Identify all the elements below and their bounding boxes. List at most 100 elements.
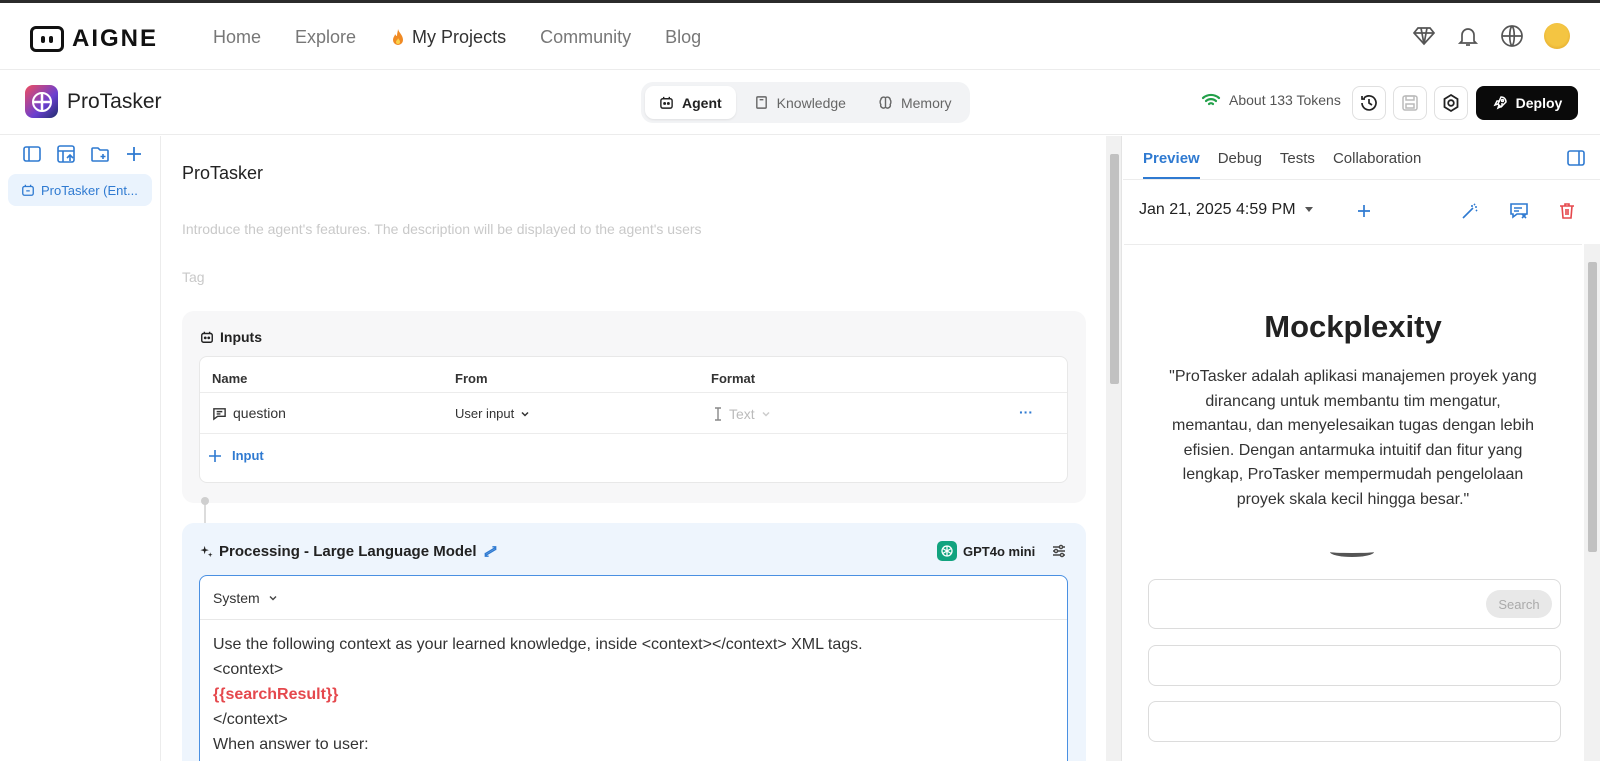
aigne-logo[interactable]: AIGNE xyxy=(30,25,158,53)
search-button[interactable]: Search xyxy=(1486,590,1552,618)
description-input[interactable]: Introduce the agent's features. The desc… xyxy=(182,221,702,237)
swap-icon[interactable] xyxy=(483,544,498,559)
input-name: question xyxy=(233,405,286,421)
loading-indicator xyxy=(1330,547,1374,557)
prompt-text[interactable]: Use the following context as your learne… xyxy=(200,620,1067,761)
plus-icon xyxy=(209,449,221,462)
tab-knowledge[interactable]: Knowledge xyxy=(740,86,860,119)
processing-card: Processing - Large Language Model GPT4o … xyxy=(182,523,1086,761)
new-session-icon[interactable] xyxy=(1354,201,1374,221)
logo-text: AIGNE xyxy=(72,25,159,52)
sliders-icon[interactable] xyxy=(1051,543,1067,559)
nav-my-projects-label: My Projects xyxy=(412,27,507,47)
tab-memory[interactable]: Memory xyxy=(864,86,966,119)
session-date: Jan 21, 2025 4:59 PM xyxy=(1139,201,1296,218)
fire-icon xyxy=(393,29,404,45)
prompt-line: Use the following context as your learne… xyxy=(213,636,863,653)
nav-community[interactable]: Community xyxy=(540,27,631,48)
openai-icon xyxy=(937,541,957,561)
tab-debug[interactable]: Debug xyxy=(1218,150,1262,179)
save-button[interactable] xyxy=(1393,86,1427,120)
nav-blog[interactable]: Blog xyxy=(665,27,701,48)
preview-scrollbar[interactable] xyxy=(1584,244,1600,761)
brain-icon xyxy=(879,96,892,109)
more-icon: ··· xyxy=(1019,404,1033,420)
scrollbar-thumb[interactable] xyxy=(1110,154,1119,384)
row-more-button[interactable]: ··· xyxy=(1019,404,1033,420)
role-select[interactable]: System xyxy=(200,576,1067,620)
chevron-down-icon xyxy=(521,411,529,417)
magic-wand-icon[interactable] xyxy=(1460,201,1480,221)
agent-editor: ProTasker Introduce the agent's features… xyxy=(161,136,1106,761)
main-nav: Home Explore My Projects Community Blog xyxy=(213,27,701,48)
tag-input[interactable]: Tag xyxy=(182,269,205,285)
trash-icon[interactable] xyxy=(1557,201,1577,221)
session-select[interactable]: Jan 21, 2025 4:59 PM xyxy=(1139,201,1314,219)
tab-tests[interactable]: Tests xyxy=(1280,150,1315,179)
tab-collaboration[interactable]: Collaboration xyxy=(1333,150,1421,179)
deploy-button[interactable]: Deploy xyxy=(1476,86,1578,120)
prompt-line: <context> xyxy=(213,661,284,678)
history-icon xyxy=(1361,95,1377,111)
nav-home[interactable]: Home xyxy=(213,27,261,48)
preview-field[interactable] xyxy=(1148,645,1561,686)
avatar[interactable] xyxy=(1544,23,1570,49)
add-input-button[interactable]: Input xyxy=(208,448,264,463)
tab-preview[interactable]: Preview xyxy=(1143,150,1200,179)
prompt-line: When answer to user: xyxy=(213,736,369,753)
divider xyxy=(1123,179,1600,180)
column-header-format: Format xyxy=(711,371,756,386)
app-logo-icon xyxy=(25,85,58,118)
deploy-label: Deploy xyxy=(1515,95,1563,111)
model-selector[interactable]: GPT4o mini xyxy=(937,541,1067,561)
preview-title: Mockplexity xyxy=(1264,309,1442,344)
logo-mark-icon xyxy=(30,26,64,52)
preview-frame: Mockplexity "ProTasker adalah aplikasi m… xyxy=(1124,244,1582,764)
project-toolbar: ProTasker Agent Knowledge Memory About 1… xyxy=(0,70,1600,135)
app-name: ProTasker xyxy=(67,90,162,113)
history-button[interactable] xyxy=(1352,86,1386,120)
diamond-icon[interactable] xyxy=(1412,24,1436,48)
settings-button[interactable] xyxy=(1434,86,1468,120)
rocket-icon xyxy=(1493,96,1507,110)
book-icon xyxy=(755,96,767,109)
tab-agent[interactable]: Agent xyxy=(645,86,736,119)
nav-explore[interactable]: Explore xyxy=(295,27,356,48)
divider xyxy=(200,433,1067,434)
save-icon xyxy=(1402,95,1418,111)
bell-icon[interactable] xyxy=(1456,24,1480,48)
agent-sidebar: ProTasker (Ent... xyxy=(0,136,161,761)
preview-field[interactable] xyxy=(1148,701,1561,742)
sidebar-item-protasker[interactable]: ProTasker (Ent... xyxy=(8,174,152,206)
from-select[interactable]: User input xyxy=(455,406,530,421)
preview-panel: Preview Debug Tests Collaboration Jan 21… xyxy=(1123,136,1600,764)
sidebar-toggle-icon[interactable] xyxy=(1566,148,1586,168)
input-name-cell[interactable]: question xyxy=(212,405,286,421)
plus-icon[interactable] xyxy=(124,144,144,164)
import-table-icon[interactable] xyxy=(56,144,76,164)
format-select[interactable]: Text xyxy=(713,406,771,422)
mode-tabs: Agent Knowledge Memory xyxy=(641,82,970,123)
top-header: AIGNE Home Explore My Projects Community… xyxy=(0,3,1600,70)
inputs-heading: Inputs xyxy=(200,329,262,345)
preview-search-input[interactable]: Search xyxy=(1148,579,1561,629)
main-scrollbar[interactable] xyxy=(1106,136,1122,761)
globe-icon[interactable] xyxy=(1500,24,1524,48)
column-header-from: From xyxy=(455,371,488,386)
panel-toggle-icon[interactable] xyxy=(22,144,42,164)
tab-knowledge-label: Knowledge xyxy=(776,94,846,111)
message-icon xyxy=(213,407,226,421)
agent-title[interactable]: ProTasker xyxy=(182,163,263,184)
nav-my-projects[interactable]: My Projects xyxy=(390,27,506,48)
prompt-editor[interactable]: System Use the following context as your… xyxy=(199,575,1068,761)
sidebar-toolbar xyxy=(22,144,144,164)
clear-chat-icon[interactable] xyxy=(1509,201,1529,221)
tab-agent-label: Agent xyxy=(682,94,722,111)
robot-icon xyxy=(22,184,34,196)
sidebar-item-label: ProTasker (Ent... xyxy=(41,182,138,198)
inputs-heading-label: Inputs xyxy=(220,329,262,345)
preview-description: "ProTasker adalah aplikasi manajemen pro… xyxy=(1169,368,1537,508)
preview-tabs: Preview Debug Tests Collaboration xyxy=(1143,150,1421,179)
scrollbar-thumb[interactable] xyxy=(1588,262,1597,552)
add-folder-icon[interactable] xyxy=(90,144,110,164)
